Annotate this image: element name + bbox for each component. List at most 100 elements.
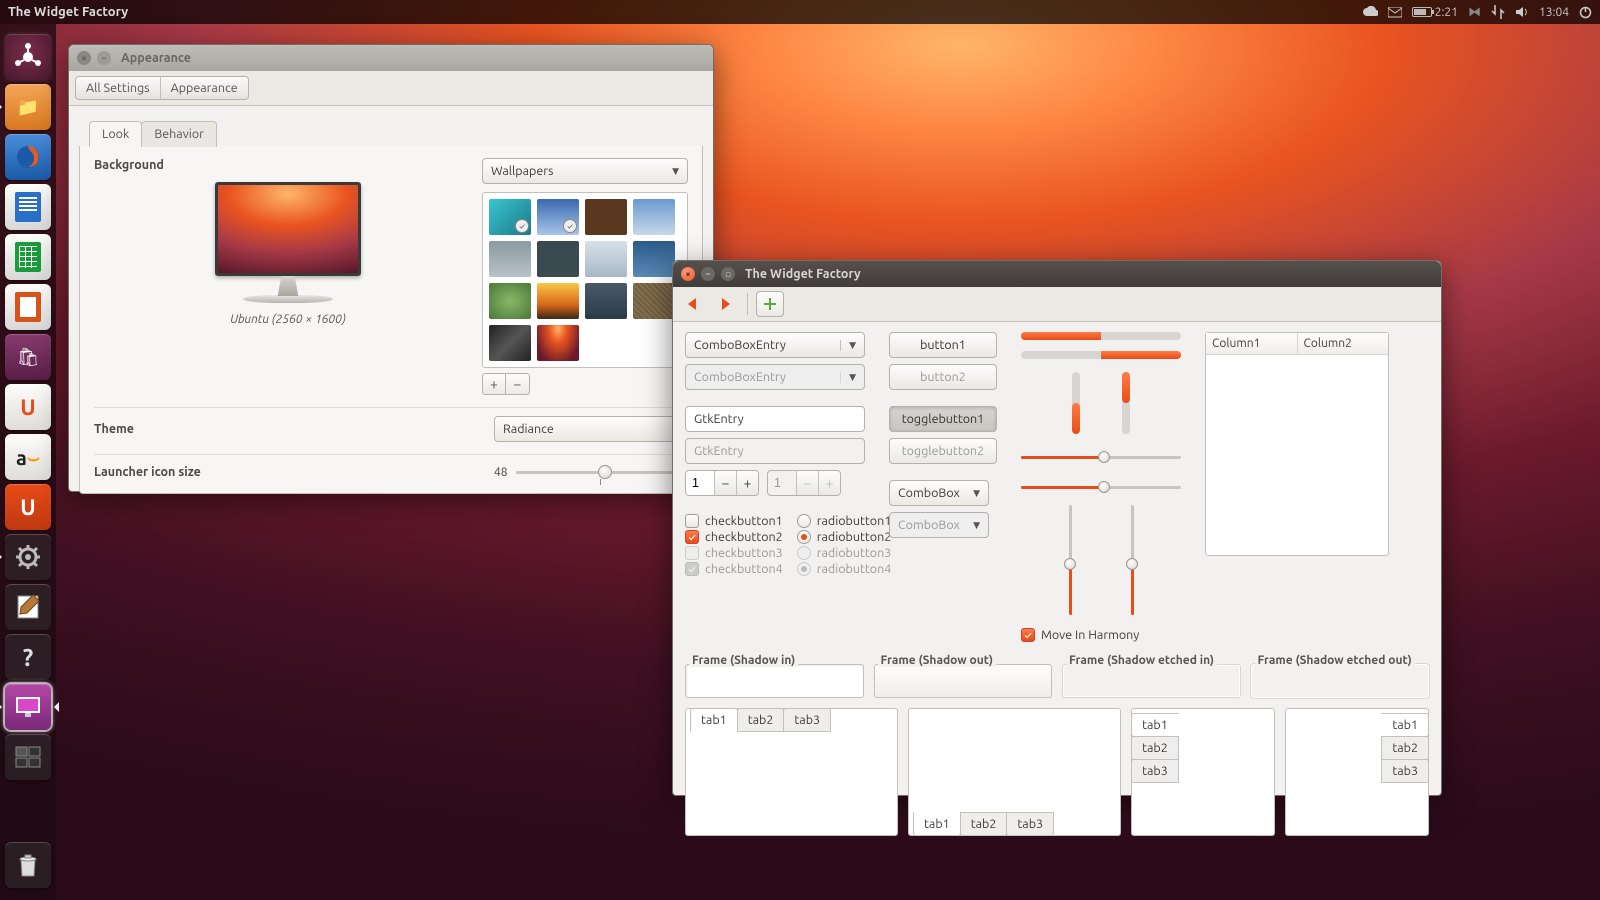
breadcrumb-all-settings[interactable]: All Settings [76,77,161,99]
background-source-combo[interactable]: Wallpapers▼ [482,158,688,184]
launcher-files[interactable]: 📁 [5,84,51,130]
tab3[interactable]: tab3 [1131,759,1179,783]
appearance-titlebar[interactable]: × – Appearance [69,45,713,71]
spinbutton1[interactable]: −+ [685,470,759,496]
wallpaper-thumb[interactable] [633,199,675,235]
tab2[interactable]: tab2 [1381,736,1429,760]
theme-combo[interactable]: Radiance▼ [494,416,688,442]
tab2[interactable]: tab2 [737,708,785,732]
frame-shadow-out: Frame (Shadow out) [874,654,1053,698]
column-header-2[interactable]: Column2 [1298,333,1389,354]
sound-indicator-icon[interactable] [1515,6,1529,18]
launcher-ubuntu-one[interactable]: U [5,384,51,430]
tab1[interactable]: tab1 [1381,713,1429,737]
battery-indicator[interactable]: 2:21 [1412,6,1458,19]
launcher-size-slider[interactable] [516,463,688,481]
breadcrumb-appearance[interactable]: Appearance [161,77,248,99]
frame-shadow-etched-out: Frame (Shadow etched out) [1251,654,1430,698]
close-button[interactable]: × [77,51,91,65]
wallpaper-thumb[interactable] [489,283,531,319]
minimize-button[interactable]: – [97,51,111,65]
wallpaper-thumb[interactable] [585,241,627,277]
launcher-calc[interactable] [5,234,51,280]
launcher-dash[interactable] [5,34,51,80]
cloud-indicator-icon[interactable] [1362,6,1378,18]
chevron-down-icon: ▼ [840,340,856,351]
increment-button[interactable]: + [736,471,758,495]
top-panel: The Widget Factory 2:21 ⧓ 13:04 [0,0,1600,24]
wallpaper-thumb[interactable]: ✓ [537,199,579,235]
window-title: Appearance [121,51,191,65]
tab3[interactable]: tab3 [1381,759,1429,783]
minimize-button[interactable]: – [701,267,715,281]
column-header-1[interactable]: Column1 [1206,333,1298,354]
launcher-impress[interactable] [5,284,51,330]
combobox1[interactable]: ComboBox▼ [889,480,989,506]
radiobutton2[interactable]: radiobutton2 [797,530,892,544]
vscale2[interactable] [1126,505,1138,615]
button1[interactable]: button1 [889,332,997,358]
wallpaper-thumb[interactable]: ✓ [489,199,531,235]
tab1[interactable]: tab1 [690,708,738,732]
hscale1[interactable] [1021,451,1181,463]
comboboxentry1[interactable]: ComboBoxEntry▼ [685,332,865,358]
tab2[interactable]: tab2 [1131,736,1179,760]
launcher-size-label: Launcher icon size [94,465,494,479]
launcher-firefox[interactable] [5,134,51,180]
go-last-icon[interactable] [711,291,739,317]
clock-indicator[interactable]: 13:04 [1539,6,1569,19]
bluetooth-indicator-icon[interactable]: ⧓ [1468,5,1481,20]
chevron-down-icon: ▼ [973,488,980,499]
launcher-workspace[interactable] [5,734,51,780]
tab-behavior[interactable]: Behavior [141,121,217,147]
wallpaper-thumb[interactable] [489,241,531,277]
hscale2[interactable] [1021,481,1181,493]
launcher-writer[interactable] [5,184,51,230]
wallpaper-thumb[interactable] [585,199,627,235]
treeview[interactable]: Column1 Column2 [1205,332,1389,556]
wallpaper-thumb[interactable] [537,283,579,319]
tab1[interactable]: tab1 [913,812,961,836]
check-icon: ✓ [563,219,577,233]
tab3[interactable]: tab3 [783,708,831,732]
remove-wallpaper-button[interactable]: − [506,373,530,395]
wallpaper-thumb[interactable] [585,283,627,319]
togglebutton2: togglebutton2 [889,438,997,464]
launcher-appearance[interactable] [5,684,51,730]
launcher-settings[interactable] [5,534,51,580]
wallpaper-thumb[interactable] [489,325,531,361]
wf-titlebar[interactable]: × – ▫ The Widget Factory [673,261,1441,287]
session-indicator-icon[interactable] [1579,6,1592,19]
tab-look[interactable]: Look [89,121,142,147]
move-in-harmony[interactable]: ✓Move In Harmony [1021,628,1181,642]
checkbutton2[interactable]: ✓checkbutton2 [685,530,783,544]
network-indicator-icon[interactable] [1491,5,1505,19]
wallpaper-thumb[interactable] [633,241,675,277]
maximize-button[interactable]: ▫ [721,267,735,281]
chevron-down-icon: ▼ [840,372,856,383]
launcher-help[interactable]: ? [5,634,51,680]
launcher-ubuntu-one-music[interactable]: U [5,484,51,530]
wallpaper-thumb[interactable] [537,325,579,361]
add-wallpaper-button[interactable]: + [482,373,506,395]
chevron-down-icon: ▼ [672,166,679,177]
tab2[interactable]: tab2 [960,812,1008,836]
launcher-text-editor[interactable] [5,584,51,630]
go-first-icon[interactable] [679,291,707,317]
wallpaper-thumb[interactable] [537,241,579,277]
tab3[interactable]: tab3 [1006,812,1054,836]
gtkentry1[interactable]: GtkEntry [685,406,865,432]
togglebutton1[interactable]: togglebutton1 [889,406,997,432]
decrement-button[interactable]: − [714,471,736,495]
launcher-trash[interactable] [5,842,51,888]
launcher-software-center[interactable]: 🛍 [5,334,51,380]
checkbutton1[interactable]: checkbutton1 [685,514,783,528]
messages-indicator-icon[interactable] [1388,7,1402,18]
launcher-amazon[interactable]: a⌣ [5,434,51,480]
wallpaper-thumb[interactable] [633,283,675,319]
close-button[interactable]: × [681,267,695,281]
vscale1[interactable] [1064,505,1076,615]
add-button[interactable] [756,291,784,317]
tab1[interactable]: tab1 [1131,713,1179,737]
radiobutton1[interactable]: radiobutton1 [797,514,892,528]
